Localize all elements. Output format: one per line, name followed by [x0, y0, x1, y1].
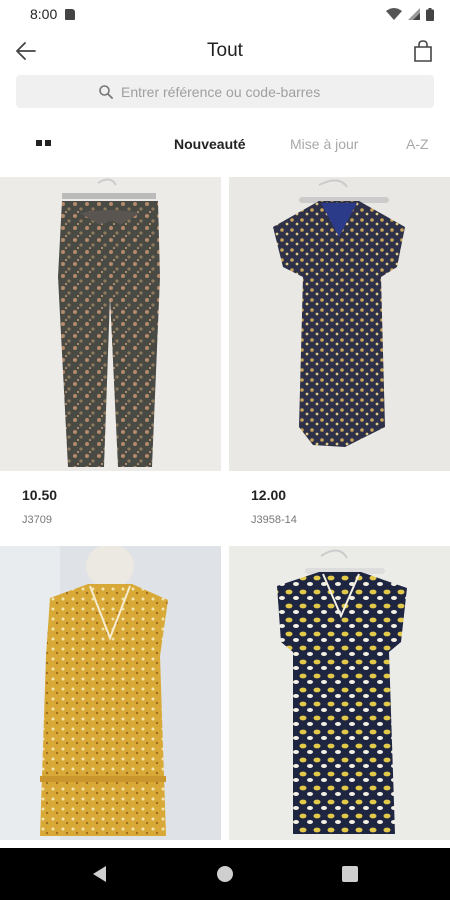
- page-title: Tout: [207, 40, 243, 61]
- search-input[interactable]: [121, 83, 351, 100]
- sd-card-icon: [65, 8, 76, 20]
- arrow-left-icon: [16, 42, 36, 60]
- yellow-dress-photo: [0, 546, 221, 840]
- search-icon: [99, 84, 113, 99]
- product-price: 10.50: [22, 487, 58, 503]
- system-nav-bar: [0, 848, 450, 900]
- grid-square-icon: [45, 140, 51, 146]
- status-time: 8:00: [30, 6, 58, 22]
- home-circle-icon[interactable]: [215, 864, 235, 884]
- product-reference: J3958-14: [251, 514, 297, 526]
- wifi-icon: [386, 8, 402, 20]
- grid-square-icon: [36, 140, 42, 146]
- product-image[interactable]: [0, 177, 221, 471]
- search-box[interactable]: [16, 75, 434, 108]
- sort-tab-mise-a-jour[interactable]: Mise à jour: [290, 136, 358, 152]
- wrap-dress-photo: [229, 177, 450, 471]
- recents-square-icon[interactable]: [340, 864, 360, 884]
- back-triangle-icon[interactable]: [90, 864, 110, 884]
- grid-view-toggle[interactable]: [36, 136, 54, 150]
- product-card[interactable]: 12.00 J3958-14: [229, 177, 450, 526]
- shopping-bag-icon: [414, 40, 432, 62]
- battery-icon: [426, 7, 434, 21]
- product-reference: J3709: [22, 514, 52, 526]
- product-price: 12.00: [251, 487, 287, 503]
- sort-bar: Nouveauté Mise à jour A-Z: [0, 124, 450, 164]
- app-bar: Tout: [0, 28, 450, 74]
- status-bar: 8:00: [0, 0, 450, 28]
- product-card[interactable]: [229, 546, 450, 840]
- shopping-bag-button[interactable]: [408, 36, 438, 66]
- signal-icon: [408, 8, 420, 20]
- sort-tab-a-z[interactable]: A-Z: [406, 136, 429, 152]
- trousers-photo: [0, 177, 221, 471]
- status-icons: [386, 7, 434, 21]
- printed-dress-photo: [229, 546, 450, 840]
- back-button[interactable]: [10, 36, 42, 66]
- product-image[interactable]: [0, 546, 221, 840]
- product-card[interactable]: 10.50 J3709: [0, 177, 221, 526]
- product-image[interactable]: [229, 546, 450, 840]
- sort-tab-nouveaute[interactable]: Nouveauté: [174, 136, 246, 152]
- product-card[interactable]: [0, 546, 221, 840]
- product-image[interactable]: [229, 177, 450, 471]
